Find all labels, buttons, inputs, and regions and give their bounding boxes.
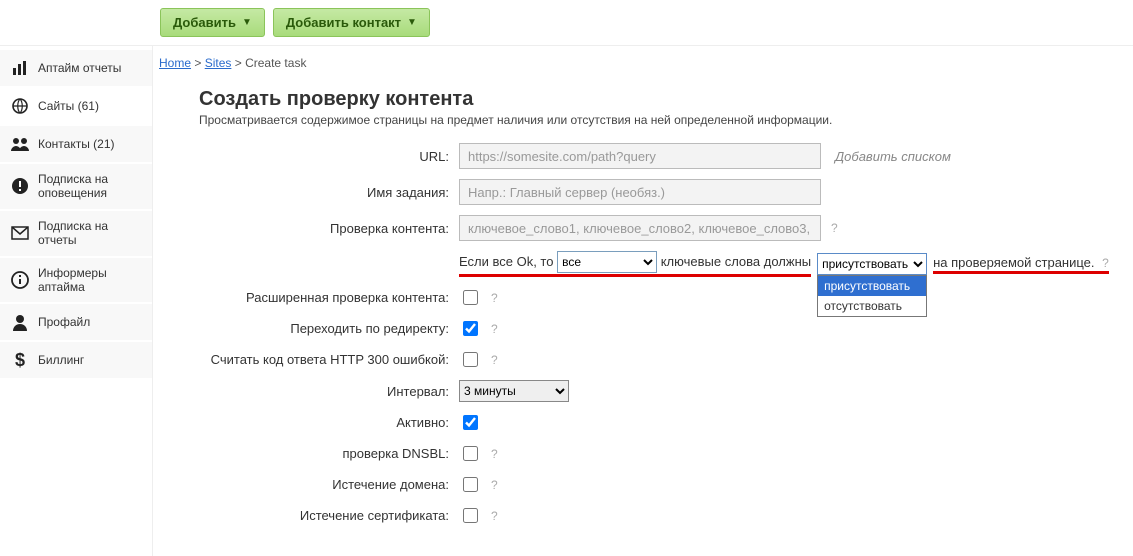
sidebar-item-report-subscription[interactable]: Подписка на отчеты <box>0 211 152 258</box>
sidebar-item-label: Аптайм отчеты <box>38 61 142 75</box>
sidebar-item-informers[interactable]: Информеры аптайма <box>0 258 152 305</box>
page-description: Просматривается содержимое страницы на п… <box>199 113 1133 127</box>
sidebar-item-uptime-reports[interactable]: Аптайм отчеты <box>0 50 152 88</box>
sidebar-item-label: Профайл <box>38 315 142 329</box>
redirect-checkbox[interactable] <box>463 321 478 336</box>
http300-checkbox[interactable] <box>463 352 478 367</box>
sidebar-item-sites[interactable]: Сайты (61) <box>0 88 152 126</box>
interval-select[interactable]: 3 минуты <box>459 380 569 402</box>
keywords-scope-select[interactable]: все <box>557 251 657 273</box>
sentence-mid: ключевые слова должны <box>661 254 811 269</box>
cert-expiry-checkbox[interactable] <box>463 508 478 523</box>
domain-expiry-label: Истечение домена: <box>199 477 459 492</box>
sidebar-item-alert-subscription[interactable]: Подписка на оповещения <box>0 164 152 211</box>
page-title: Создать проверку контента <box>199 88 1133 111</box>
user-icon <box>10 312 30 332</box>
help-icon[interactable]: ? <box>491 322 498 336</box>
sidebar: Аптайм отчеты Сайты (61) Контакты (21) П… <box>0 46 152 556</box>
active-label: Активно: <box>199 415 459 430</box>
extended-check-label: Расширенная проверка контента: <box>199 290 459 305</box>
help-icon[interactable]: ? <box>1102 256 1109 270</box>
help-icon[interactable]: ? <box>491 291 498 305</box>
redirect-label: Переходить по редиректу: <box>199 321 459 336</box>
cert-expiry-label: Истечение сертификата: <box>199 508 459 523</box>
sidebar-item-label: Биллинг <box>38 353 142 367</box>
breadcrumb-home[interactable]: Home <box>159 56 191 70</box>
svg-text:$: $ <box>15 350 25 370</box>
presence-option-present[interactable]: присутствовать <box>818 276 926 296</box>
sidebar-item-label: Подписка на отчеты <box>38 219 142 248</box>
active-checkbox[interactable] <box>463 415 478 430</box>
add-button-label: Добавить <box>173 15 236 30</box>
content-check-label: Проверка контента: <box>199 221 459 236</box>
sidebar-item-profile[interactable]: Профайл <box>0 304 152 342</box>
content-check-input[interactable] <box>459 215 821 241</box>
breadcrumb: Home > Sites > Create task <box>159 52 1133 80</box>
sentence-pre: Если все Ok, то <box>459 254 553 269</box>
interval-label: Интервал: <box>199 384 459 399</box>
help-icon[interactable]: ? <box>491 353 498 367</box>
users-icon <box>10 134 30 154</box>
presence-dropdown: присутствовать отсутствовать <box>817 275 927 317</box>
sidebar-item-contacts[interactable]: Контакты (21) <box>0 126 152 164</box>
presence-option-absent[interactable]: отсутствовать <box>818 296 926 316</box>
bar-chart-icon <box>10 58 30 78</box>
url-label: URL: <box>199 149 459 164</box>
http300-label: Считать код ответа HTTP 300 ошибкой: <box>199 352 459 367</box>
dnsbl-label: проверка DNSBL: <box>199 446 459 461</box>
sidebar-item-label: Контакты (21) <box>38 137 142 151</box>
breadcrumb-current: Create task <box>245 56 306 70</box>
sidebar-item-label: Сайты (61) <box>38 99 142 113</box>
add-contact-button-label: Добавить контакт <box>286 15 401 30</box>
task-name-label: Имя задания: <box>199 185 459 200</box>
globe-icon <box>10 96 30 116</box>
url-input[interactable] <box>459 143 821 169</box>
dnsbl-checkbox[interactable] <box>463 446 478 461</box>
sidebar-item-label: Информеры аптайма <box>38 266 142 295</box>
envelope-icon <box>10 223 30 243</box>
alert-icon <box>10 176 30 196</box>
presence-select[interactable]: присутствовать <box>817 253 927 275</box>
domain-expiry-checkbox[interactable] <box>463 477 478 492</box>
add-list-link[interactable]: Добавить списком <box>835 149 951 164</box>
sentence-post: на проверяемой странице. <box>933 255 1094 270</box>
chevron-down-icon: ▼ <box>242 17 252 28</box>
help-icon[interactable]: ? <box>831 221 838 235</box>
help-icon[interactable]: ? <box>491 447 498 461</box>
sidebar-item-billing[interactable]: $ Биллинг <box>0 342 152 380</box>
extended-check-checkbox[interactable] <box>463 290 478 305</box>
info-icon <box>10 270 30 290</box>
breadcrumb-sites[interactable]: Sites <box>205 56 232 70</box>
sidebar-item-label: Подписка на оповещения <box>38 172 142 201</box>
help-icon[interactable]: ? <box>491 478 498 492</box>
task-name-input[interactable] <box>459 179 821 205</box>
dollar-icon: $ <box>10 350 30 370</box>
chevron-down-icon: ▼ <box>407 17 417 28</box>
add-button[interactable]: Добавить ▼ <box>160 8 265 37</box>
add-contact-button[interactable]: Добавить контакт ▼ <box>273 8 430 37</box>
